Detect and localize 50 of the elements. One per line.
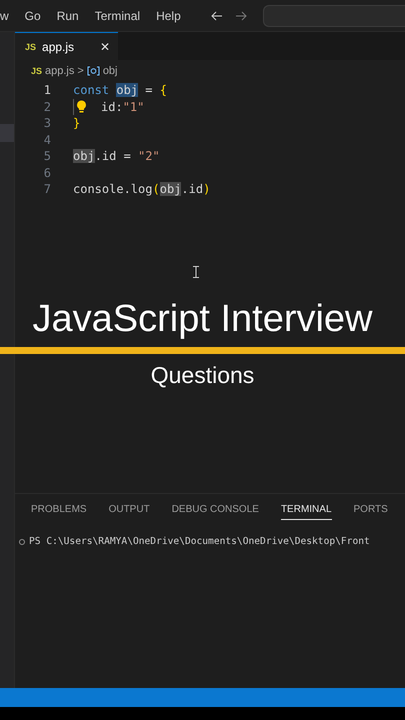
line-number: 2	[42, 100, 51, 114]
tab-title: app.js	[42, 40, 76, 54]
line-number: 1	[42, 83, 51, 98]
overlay-subtitle: Questions	[150, 362, 256, 389]
menu-item[interactable]: Go	[16, 8, 49, 22]
code-token: obj	[116, 83, 138, 98]
panel-tab[interactable]: TERMINAL	[280, 504, 332, 520]
lightbulb-icon[interactable]	[76, 100, 87, 114]
code-token: const	[73, 83, 110, 98]
panel-tab[interactable]: DEBUG CONSOLE	[172, 504, 259, 520]
breadcrumb-item[interactable]: obj	[102, 65, 118, 77]
overlay-title: JavaScript Interview	[31, 298, 374, 341]
file-type-label: JS	[31, 66, 42, 76]
variable-icon	[86, 66, 100, 76]
code-token: =	[144, 83, 154, 98]
line-number: 6	[42, 166, 51, 180]
line-number: 7	[42, 182, 51, 196]
forward-arrow-icon[interactable]	[234, 10, 247, 20]
line-number: 3	[42, 116, 51, 130]
menu-item[interactable]: Help	[148, 8, 189, 22]
code-token: }	[73, 116, 80, 130]
menu-item[interactable]: w	[0, 8, 17, 22]
line-number: 4	[42, 132, 51, 147]
menu-item[interactable]: Terminal	[86, 8, 148, 22]
terminal-line: PS C:\Users\RAMYA\OneDrive\Documents\OneDrive\Desktop\Front	[29, 536, 370, 547]
back-arrow-icon[interactable]	[210, 10, 223, 20]
code-token: .id	[181, 182, 204, 196]
breadcrumb-separator: >	[77, 65, 84, 77]
search-field[interactable]	[262, 4, 405, 26]
text-cursor-icon	[193, 266, 199, 278]
menu-item[interactable]: Run	[48, 8, 87, 22]
code-token: "1"	[122, 100, 144, 114]
panel-tab[interactable]: PROBLEMS	[31, 504, 87, 520]
line-number: 5	[42, 149, 51, 164]
code-token: obj	[73, 149, 95, 164]
code-token: (	[152, 182, 160, 196]
panel-tab[interactable]: PORTS	[354, 504, 388, 520]
code-token: .id =	[94, 149, 132, 164]
editor-tab[interactable]: JS app.js ✕	[15, 32, 118, 60]
code-token: obj	[160, 182, 182, 196]
code-token: {	[160, 83, 167, 98]
code-token: )	[203, 182, 210, 196]
code-token: id:	[101, 100, 123, 114]
code-token: console.log	[73, 182, 152, 196]
code-token: "2"	[138, 149, 160, 164]
status-circle-icon	[19, 538, 25, 544]
panel-tab[interactable]: OUTPUT	[108, 504, 150, 520]
close-icon[interactable]: ✕	[100, 40, 110, 54]
file-type-label: JS	[25, 42, 36, 52]
breadcrumb-item[interactable]: app.js	[45, 65, 74, 77]
